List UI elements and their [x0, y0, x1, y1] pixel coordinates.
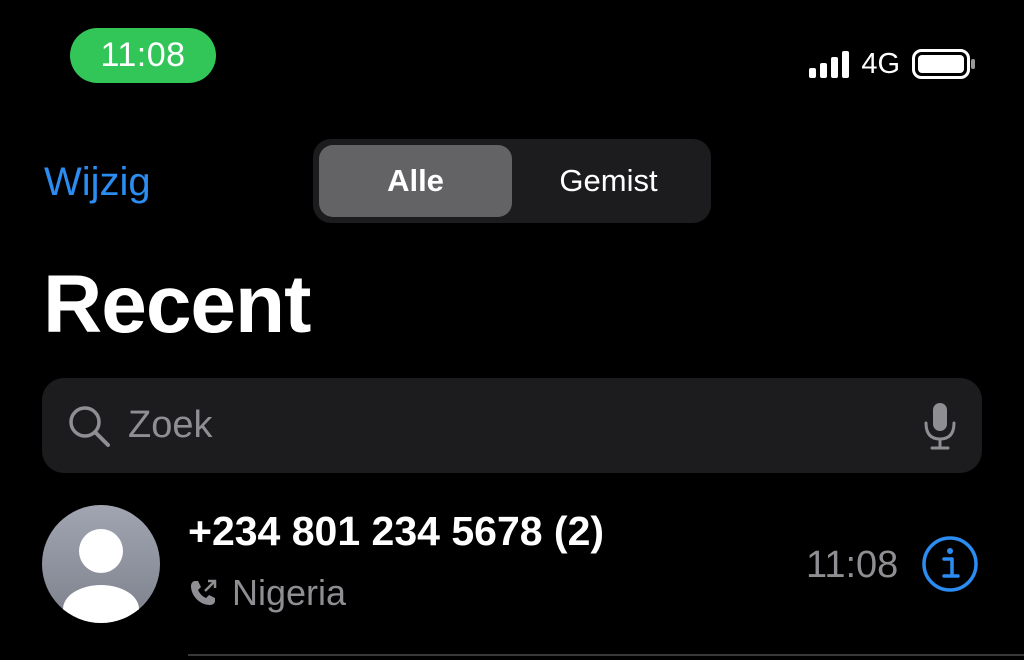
- filter-segmented-control: Alle Gemist: [313, 139, 711, 223]
- person-icon: [63, 529, 139, 623]
- recent-call-row[interactable]: +234 801 234 5678 (2) Nigeria 11:08: [0, 500, 1024, 660]
- page-title: Recent: [43, 259, 311, 350]
- search-input[interactable]: [128, 404, 912, 447]
- call-time: 11:08: [806, 544, 899, 586]
- edit-button[interactable]: Wijzig: [44, 160, 151, 205]
- search-bar[interactable]: [42, 378, 982, 473]
- status-time[interactable]: 11:08: [70, 28, 216, 83]
- battery-icon: [912, 49, 975, 79]
- row-divider: [188, 654, 1024, 656]
- info-icon[interactable]: [921, 535, 979, 593]
- search-icon: [69, 405, 110, 447]
- network-type: 4G: [861, 47, 900, 80]
- call-details: Nigeria: [188, 572, 346, 614]
- outgoing-call-icon: [191, 579, 217, 605]
- avatar: [42, 505, 160, 623]
- microphone-icon[interactable]: [922, 401, 958, 451]
- caller-number: +234 801 234 5678 (2): [188, 508, 605, 554]
- signal-icon: [809, 50, 850, 78]
- segment-all[interactable]: Alle: [319, 145, 512, 217]
- status-indicators: 4G: [809, 44, 976, 84]
- segment-missed[interactable]: Gemist: [512, 145, 705, 217]
- caller-location: Nigeria: [232, 572, 347, 613]
